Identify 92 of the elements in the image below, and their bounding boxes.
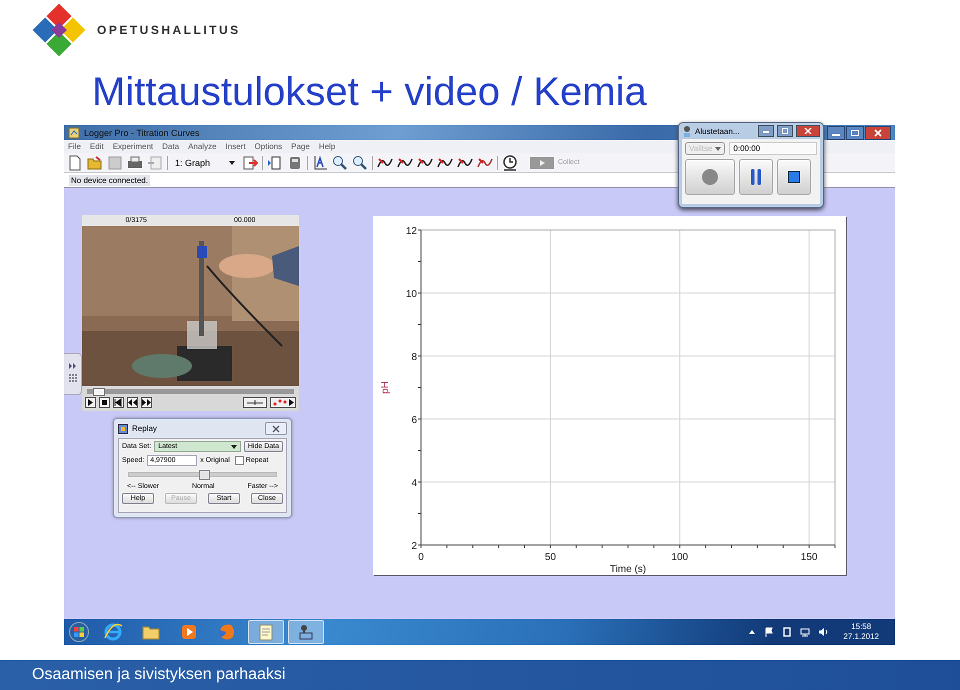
logo-icon	[31, 2, 87, 58]
tick-label: 150	[800, 552, 818, 563]
network-icon[interactable]	[800, 627, 810, 637]
tick-label: 4	[411, 478, 417, 489]
slide-title: Mittaustulokset + video / Kemia	[92, 69, 648, 116]
menu-item[interactable]: Experiment	[112, 142, 154, 151]
tick-label: 12	[406, 226, 417, 237]
maximize-icon	[850, 128, 860, 136]
skip-start-icon[interactable]	[113, 397, 124, 408]
maximize-icon	[781, 128, 789, 134]
checkbox[interactable]	[234, 456, 244, 465]
record-button[interactable]	[685, 159, 735, 195]
menu-item[interactable]: Help	[318, 142, 336, 151]
open-folder-icon[interactable]	[87, 154, 103, 170]
tick-label: 6	[411, 415, 417, 426]
tick-label: 100	[671, 552, 688, 563]
device-icon[interactable]	[782, 627, 792, 637]
caret-icon	[230, 444, 237, 448]
tick-label: 0	[418, 552, 424, 563]
media-player-icon	[179, 622, 199, 642]
close-icon	[272, 424, 280, 432]
axis-icon[interactable]	[312, 154, 328, 170]
minimize-button[interactable]	[758, 125, 774, 137]
menu-item[interactable]: Insert	[226, 142, 246, 151]
menu-item[interactable]: File	[68, 142, 81, 151]
fast-forward-icon[interactable]	[141, 397, 152, 408]
menu-item[interactable]: Analyze	[188, 142, 217, 151]
video-slider[interactable]	[87, 389, 294, 394]
footer-text: Osaamisen ja sivistyksen parhaaksi	[32, 666, 286, 684]
y-axis-label: pH	[380, 381, 391, 394]
zoom-in-icon[interactable]	[332, 154, 348, 170]
window-title: Alustetaan...	[695, 126, 740, 136]
close-button[interactable]	[265, 422, 287, 435]
globe-icon	[217, 622, 237, 642]
dialog-title: Replay	[132, 424, 157, 433]
window-title: Logger Pro - Titration Curves	[84, 128, 200, 138]
close-icon	[873, 128, 883, 136]
tick-label: 10	[406, 289, 417, 300]
record-icon	[701, 168, 719, 186]
tick-label: 2	[411, 541, 417, 552]
time-display: 0:00:00	[729, 142, 817, 155]
export-icon[interactable]	[242, 154, 258, 170]
maximize-button[interactable]	[777, 125, 793, 137]
browser-icon	[103, 622, 123, 642]
minimize-icon	[762, 128, 770, 134]
play-icon[interactable]	[85, 397, 96, 408]
tick-label: 50	[544, 552, 556, 563]
meter-icon[interactable]	[287, 154, 303, 170]
timer-icon[interactable]	[502, 154, 518, 170]
logo-text: OPETUSHALLITUS	[97, 23, 241, 37]
clock-time: 15:58	[851, 622, 872, 632]
start-button[interactable]	[66, 621, 92, 643]
taskbar-button[interactable]	[288, 620, 324, 644]
close-button[interactable]	[865, 126, 891, 140]
menu-item[interactable]: Data	[162, 142, 180, 151]
app-icon	[68, 126, 80, 138]
clock-date: 27.1.2012	[843, 632, 879, 642]
close-button[interactable]	[796, 125, 820, 137]
play-icon	[530, 156, 554, 168]
save-icon[interactable]	[107, 154, 123, 170]
maximize-button[interactable]	[846, 126, 864, 140]
replay-icon	[118, 424, 128, 434]
speed-slider[interactable]	[128, 472, 277, 477]
volume-icon[interactable]	[818, 627, 830, 637]
minimize-button[interactable]	[827, 126, 845, 140]
pause-button[interactable]	[739, 159, 773, 195]
stop-button[interactable]	[777, 159, 811, 195]
caret-icon	[715, 146, 722, 150]
recorder-icon	[682, 125, 692, 137]
show-hidden-icons-icon[interactable]	[748, 629, 756, 635]
windows-logo-icon	[69, 622, 89, 642]
slider-thumb[interactable]	[93, 388, 106, 396]
page-dropdown[interactable]: 1: Graph	[172, 158, 238, 168]
sync-icon[interactable]	[243, 397, 267, 408]
rewind-icon[interactable]	[127, 397, 138, 408]
menu-item[interactable]: Page	[291, 142, 310, 151]
tick-label: 8	[411, 352, 417, 363]
caret-icon	[229, 160, 235, 164]
flag-icon[interactable]	[764, 627, 774, 637]
slider-thumb[interactable]	[198, 470, 210, 480]
printer-icon[interactable]	[127, 154, 143, 170]
pause-icon	[750, 168, 762, 186]
menu-item[interactable]: Edit	[90, 142, 104, 151]
zoom-out-icon[interactable]	[352, 154, 368, 170]
points-menu-icon[interactable]	[270, 397, 296, 408]
stop-icon[interactable]	[99, 397, 110, 408]
data-table-icon[interactable]	[267, 154, 283, 170]
status-text: No device connected.	[69, 174, 150, 186]
menu-item[interactable]: Options	[254, 142, 282, 151]
close-icon	[804, 128, 812, 134]
stop-icon	[788, 171, 800, 183]
x-axis-label: Time (s)	[610, 564, 646, 575]
